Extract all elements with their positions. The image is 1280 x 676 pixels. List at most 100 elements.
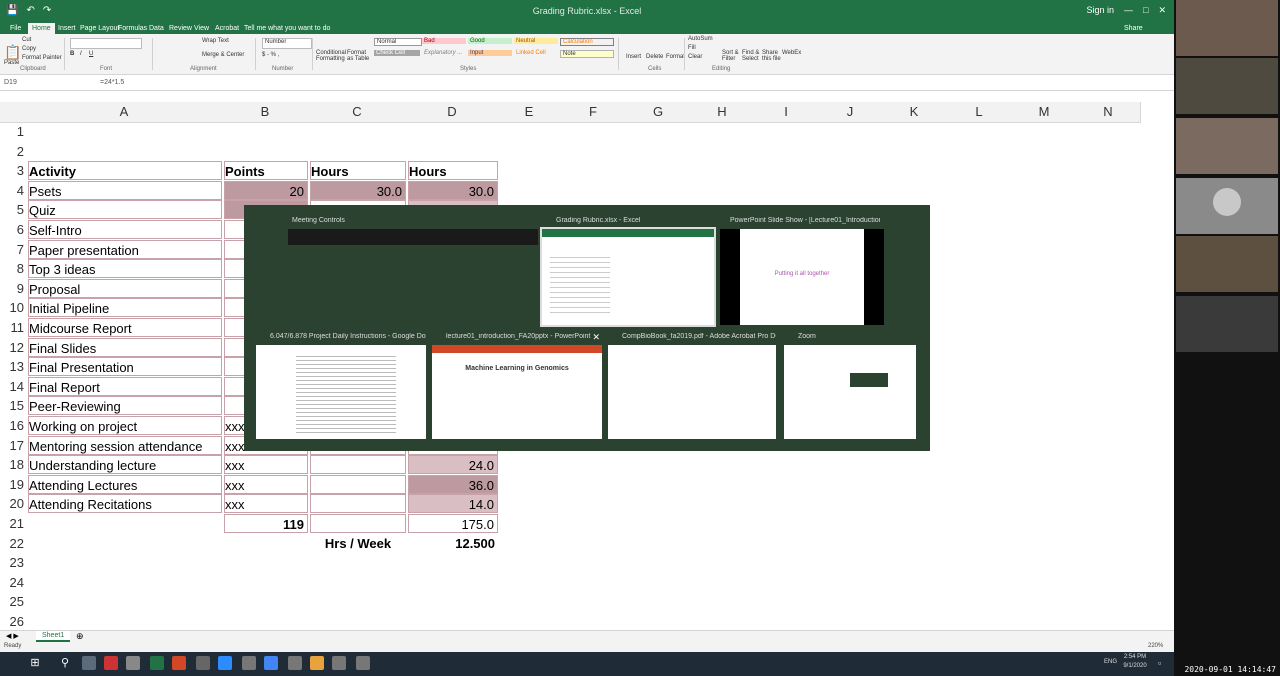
participant-video[interactable]	[1176, 0, 1278, 58]
sheet-tab-sheet1[interactable]: Sheet1	[36, 631, 71, 642]
start-icon[interactable]: ⊞	[28, 656, 42, 670]
clear-button[interactable]: Clear	[688, 54, 702, 60]
switcher-item-powerpoint[interactable]: lecture01_introduction_FA20pptx - PowerP…	[432, 332, 602, 439]
column-header-f[interactable]: F	[560, 102, 627, 123]
row-header-6[interactable]: 6	[0, 220, 26, 240]
switcher-item-slideshow[interactable]: PowerPoint Slide Show - [Lecture01_Intro…	[720, 217, 884, 325]
column-header-b[interactable]: B	[222, 102, 309, 123]
activity-cell[interactable]: Working on project	[28, 416, 222, 435]
language-indicator[interactable]: ENG	[1104, 659, 1117, 665]
chrome-icon[interactable]	[264, 656, 278, 670]
paste-icon[interactable]: 📋	[4, 44, 21, 61]
close-icon[interactable]: ✕	[1158, 5, 1166, 16]
tab-acrobat[interactable]: Acrobat	[211, 23, 243, 34]
clock-date[interactable]: 9/1/2020	[1120, 663, 1150, 669]
acrobat-icon[interactable]	[104, 656, 118, 670]
activity-cell[interactable]: Mentoring session attendance	[28, 435, 222, 455]
row-header-4[interactable]: 4	[0, 181, 26, 201]
underline-icon[interactable]: U	[89, 51, 93, 57]
search-icon[interactable]: ⚲	[58, 656, 72, 670]
activity-cell[interactable]: Initial Pipeline	[28, 298, 222, 318]
style-normal[interactable]: Normal	[374, 38, 422, 46]
hours-cell[interactable]: 30.0	[310, 180, 406, 200]
header-points[interactable]: Points	[224, 161, 308, 181]
hours-cell[interactable]: 30.0	[408, 180, 498, 200]
per-week-label[interactable]: Hrs / Week	[310, 534, 406, 553]
row-header-2[interactable]: 2	[0, 142, 26, 162]
style-calculation[interactable]: Calculation	[560, 38, 614, 46]
column-header-l[interactable]: L	[946, 102, 1013, 123]
add-sheet-icon[interactable]: ⊕	[76, 631, 84, 642]
column-header-j[interactable]: J	[818, 102, 883, 123]
row-header-15[interactable]: 15	[0, 396, 26, 416]
font-name-select[interactable]	[70, 38, 142, 49]
row-header-18[interactable]: 18	[0, 455, 26, 475]
participant-video[interactable]	[1176, 296, 1278, 354]
app-icon[interactable]	[356, 656, 370, 670]
row-header-16[interactable]: 16	[0, 416, 26, 436]
header-hours-d[interactable]: Hours	[408, 161, 498, 181]
activity-cell[interactable]: Top 3 ideas	[28, 259, 222, 279]
format-cells-button[interactable]: Format	[666, 54, 685, 60]
total-points[interactable]: 119	[224, 514, 308, 533]
fill-button[interactable]: Fill	[688, 45, 696, 51]
number-format-select[interactable]: Number	[262, 38, 312, 49]
switcher-item-excel[interactable]: Grading Rubric.xlsx - Excel	[540, 217, 716, 327]
tab-view[interactable]: View	[190, 23, 213, 34]
insert-cells-button[interactable]: Insert	[626, 54, 641, 60]
points-cell[interactable]: xxx	[224, 474, 308, 494]
points-cell[interactable]: xxx	[224, 494, 308, 514]
switcher-item-acrobat[interactable]: CompBioBook_fa2019.pdf - Adobe Acrobat P…	[608, 333, 776, 439]
app-icon[interactable]	[288, 656, 302, 670]
per-week-value[interactable]: 12.500	[408, 534, 498, 553]
row-header-10[interactable]: 10	[0, 298, 26, 318]
format-as-table-button[interactable]: Format as Table	[347, 50, 371, 62]
hours-cell[interactable]	[310, 494, 406, 514]
task-view-icon[interactable]	[82, 656, 96, 670]
column-header-h[interactable]: H	[690, 102, 755, 123]
participant-video[interactable]	[1176, 236, 1278, 294]
select-all-corner[interactable]	[0, 102, 27, 123]
activity-cell[interactable]: Attending Lectures	[28, 474, 222, 494]
row-header-7[interactable]: 7	[0, 240, 26, 260]
column-header-m[interactable]: M	[1012, 102, 1077, 123]
sign-in-link[interactable]: Sign in	[1086, 5, 1114, 16]
activity-cell[interactable]: Peer-Reviewing	[28, 396, 222, 416]
row-header-24[interactable]: 24	[0, 573, 26, 593]
activity-cell[interactable]: Paper presentation	[28, 239, 222, 259]
merge-center-button[interactable]: Merge & Center	[202, 52, 244, 58]
activity-cell[interactable]: Final Slides	[28, 337, 222, 357]
style-linked-cell[interactable]: Linked Cell	[514, 50, 558, 56]
paste-button[interactable]: Paste	[4, 60, 19, 66]
header-activity[interactable]: Activity	[28, 161, 222, 181]
terminal-icon[interactable]	[196, 656, 210, 670]
share-file-button[interactable]: Share this file	[762, 50, 782, 62]
style-explanatory[interactable]: Explanatory ...	[422, 50, 466, 56]
activity-cell[interactable]: Self-Intro	[28, 220, 222, 239]
clock-time[interactable]: 2:54 PM	[1120, 654, 1150, 660]
bold-icon[interactable]: B	[70, 51, 74, 57]
wrap-text-button[interactable]: Wrap Text	[202, 38, 229, 44]
row-header-9[interactable]: 9	[0, 279, 26, 299]
row-header-5[interactable]: 5	[0, 200, 26, 220]
app-icon[interactable]	[242, 656, 256, 670]
name-box[interactable]: D19	[4, 79, 17, 86]
zoom-taskbar-icon[interactable]	[218, 656, 232, 670]
row-header-17[interactable]: 17	[0, 436, 26, 456]
points-cell[interactable]: 20	[224, 180, 308, 200]
sheet-nav-icon[interactable]: ◀ ▶	[6, 632, 19, 640]
switcher-item-meeting-controls[interactable]: Meeting Controls	[288, 217, 538, 245]
powerpoint-taskbar-icon[interactable]	[172, 656, 186, 670]
cut-button[interactable]: Cut	[22, 37, 31, 43]
style-good[interactable]: Good	[468, 38, 512, 44]
participant-video[interactable]	[1176, 118, 1278, 176]
row-header-20[interactable]: 20	[0, 494, 26, 514]
italic-icon[interactable]: I	[80, 51, 82, 57]
row-header-25[interactable]: 25	[0, 592, 26, 612]
copy-button[interactable]: Copy	[22, 46, 36, 52]
row-header-22[interactable]: 22	[0, 534, 26, 554]
row-header-12[interactable]: 12	[0, 338, 26, 358]
tab-file[interactable]: File	[6, 23, 25, 34]
switcher-item-google-docs[interactable]: 6.047/6.878 Project Daily Instructions -…	[256, 333, 426, 439]
row-header-11[interactable]: 11	[0, 318, 26, 338]
